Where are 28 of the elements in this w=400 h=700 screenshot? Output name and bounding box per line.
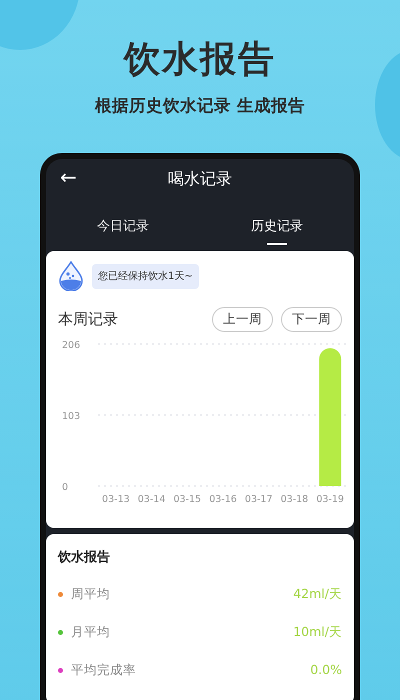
tab[interactable]: 历史记录 (243, 213, 311, 244)
x-axis-label: 03-17 (244, 494, 273, 505)
app-title: 喝水记录 (168, 168, 232, 190)
promo-title: 饮水报告 (122, 42, 277, 78)
x-axis-label: 03-19 (316, 494, 344, 505)
week-nav-button[interactable]: 下一周 (281, 307, 342, 332)
stat-label: 周平均 (71, 585, 110, 604)
week-nav-button[interactable]: 上一周 (212, 307, 273, 332)
promo-subtitle: 根据历史饮水记录 生成报告 (94, 95, 306, 117)
back-button[interactable]: ← (60, 167, 77, 187)
water-drop-icon (58, 261, 84, 291)
x-axis-label: 03-14 (138, 494, 166, 505)
stat-label: 平均完成率 (71, 661, 136, 680)
y-axis-label: 206 (62, 340, 80, 351)
stat-label: 月平均 (71, 623, 110, 642)
y-axis-label: 103 (62, 410, 80, 422)
stat-value: 42ml/天 (293, 585, 342, 604)
x-axis-label: 03-18 (280, 494, 308, 505)
x-axis-label: 03-15 (173, 494, 202, 505)
x-axis-label: 03-13 (102, 494, 130, 505)
week-title: 本周记录 (58, 309, 119, 330)
tab[interactable]: 今日记录 (89, 213, 157, 244)
y-axis-label: 0 (62, 482, 68, 493)
x-axis-label: 03-16 (209, 494, 237, 505)
streak-message: 您已经保持饮水1天~ (92, 264, 199, 288)
stat-value: 10ml/天 (293, 623, 342, 642)
stat-value: 0.0% (310, 661, 342, 680)
report-title: 饮水报告 (58, 548, 111, 567)
